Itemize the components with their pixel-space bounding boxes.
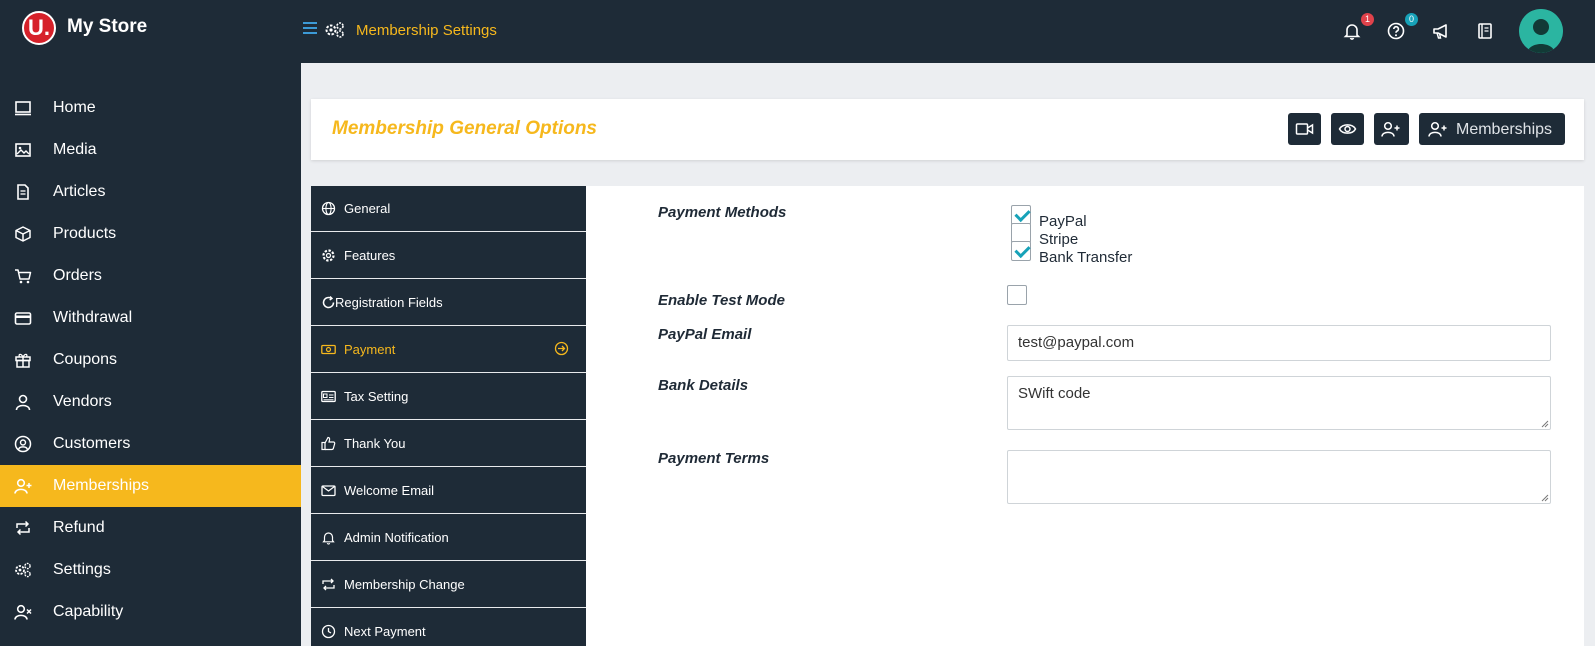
help-icon[interactable] <box>1386 21 1406 41</box>
payment-terms-label: Payment Terms <box>658 450 770 467</box>
clock-icon <box>321 624 336 639</box>
sidebar-item-vendors[interactable]: Vendors <box>0 381 301 423</box>
tab-membership-change[interactable]: Membership Change <box>311 562 586 608</box>
payment-settings-form: Payment Methods PayPal Stripe Bank Trans… <box>586 186 1584 646</box>
paypal-email-label: PayPal Email <box>658 326 752 343</box>
exchange-icon <box>322 578 335 591</box>
bank-details-value: SWift code <box>1018 385 1091 402</box>
options-header: Membership General Options Memberships <box>311 99 1584 160</box>
sidebar-item-home[interactable]: Home <box>0 87 301 129</box>
sidebar-item-coupons[interactable]: Coupons <box>0 339 301 381</box>
gears-icon <box>325 22 344 38</box>
sidebar-item-withdrawal[interactable]: Withdrawal <box>0 297 301 339</box>
paypal-option-label: PayPal <box>1039 213 1087 230</box>
resize-grip-icon[interactable] <box>1541 420 1549 428</box>
credit-card-icon <box>14 312 32 325</box>
top-bar: U. My Store Membership Settings 1 0 <box>0 0 1595 63</box>
add-member-button[interactable] <box>1374 113 1409 145</box>
megaphone-icon[interactable] <box>1431 21 1451 41</box>
sidebar-item-orders[interactable]: Orders <box>0 255 301 297</box>
resize-grip-icon[interactable] <box>1541 494 1549 502</box>
bank-details-label: Bank Details <box>658 377 749 394</box>
test-mode-checkbox[interactable] <box>1007 285 1027 305</box>
tab-next-payment[interactable]: Next Payment <box>311 609 586 646</box>
gear-icon <box>322 249 335 262</box>
gears-icon <box>15 562 31 578</box>
money-icon <box>321 344 336 355</box>
refund-icon <box>16 520 30 536</box>
store-name[interactable]: My Store <box>67 16 147 38</box>
user-plus-icon <box>1428 121 1447 137</box>
stripe-checkbox[interactable] <box>1011 223 1031 243</box>
sidebar-item-articles[interactable]: Articles <box>0 171 301 213</box>
bank-transfer-checkbox[interactable] <box>1011 241 1031 261</box>
refresh-icon <box>322 295 335 309</box>
tab-payment[interactable]: Payment <box>311 327 586 373</box>
test-mode-label: Enable Test Mode <box>658 292 785 309</box>
gift-icon <box>15 353 31 368</box>
tab-welcome-email[interactable]: Welcome Email <box>311 468 586 514</box>
view-button[interactable] <box>1331 113 1364 145</box>
bank-transfer-option-label: Bank Transfer <box>1039 249 1133 266</box>
help-badge: 0 <box>1405 13 1418 26</box>
sidebar-item-memberships[interactable]: Memberships <box>0 465 301 507</box>
cart-icon <box>15 269 32 284</box>
store-logo[interactable]: U. <box>22 11 56 45</box>
sidebar-item-customers[interactable]: Customers <box>0 423 301 465</box>
section-title: Membership General Options <box>332 118 597 139</box>
menu-toggle-icon[interactable] <box>303 22 317 36</box>
avatar[interactable] <box>1519 9 1563 53</box>
bell-icon[interactable] <box>1342 21 1362 41</box>
tab-thank-you[interactable]: Thank You <box>311 421 586 467</box>
sidebar-item-settings[interactable]: Settings <box>0 549 301 591</box>
thumbs-up-icon <box>321 436 336 451</box>
envelope-icon <box>321 485 336 497</box>
sidebar-item-refund[interactable]: Refund <box>0 507 301 549</box>
payment-terms-textarea[interactable] <box>1007 450 1551 504</box>
sidebar-item-products[interactable]: Products <box>0 213 301 255</box>
tab-general[interactable]: General <box>311 186 586 232</box>
user-circle-icon <box>14 435 32 453</box>
tab-admin-notification[interactable]: Admin Notification <box>311 515 586 561</box>
notification-badge: 1 <box>1361 13 1374 26</box>
paypal-checkbox[interactable] <box>1011 205 1031 225</box>
id-card-icon <box>321 390 336 403</box>
tab-registration-fields[interactable]: Registration Fields <box>311 280 586 326</box>
user-x-icon <box>14 604 32 620</box>
eye-icon <box>1338 124 1357 134</box>
user-icon <box>15 394 31 411</box>
paypal-email-input[interactable]: test@paypal.com <box>1007 325 1551 361</box>
tab-features[interactable]: Features <box>311 233 586 279</box>
bank-details-textarea[interactable]: SWift code <box>1007 376 1551 430</box>
video-button[interactable] <box>1288 113 1321 145</box>
bell-icon <box>322 532 335 545</box>
globe-icon <box>321 201 336 216</box>
document-icon <box>17 184 29 200</box>
user-plus-icon <box>14 478 32 494</box>
payment-methods-label: Payment Methods <box>658 204 787 221</box>
page-title: Membership Settings <box>356 22 497 39</box>
image-icon <box>15 143 31 157</box>
book-icon[interactable] <box>1475 21 1495 41</box>
sidebar-item-media[interactable]: Media <box>0 129 301 171</box>
settings-tabs: General Features Registration Fields Pay… <box>311 186 586 646</box>
monitor-icon <box>15 101 31 116</box>
user-plus-icon <box>1381 121 1400 137</box>
memberships-button[interactable]: Memberships <box>1419 113 1565 145</box>
sidebar: Home Media Articles Products Orders With… <box>0 63 301 646</box>
tab-tax-setting[interactable]: Tax Setting <box>311 374 586 420</box>
cube-icon <box>15 226 31 242</box>
arrow-circle-right-icon <box>554 341 569 356</box>
stripe-option-label: Stripe <box>1039 231 1079 248</box>
video-icon <box>1295 123 1314 135</box>
sidebar-item-capability[interactable]: Capability <box>0 591 301 633</box>
